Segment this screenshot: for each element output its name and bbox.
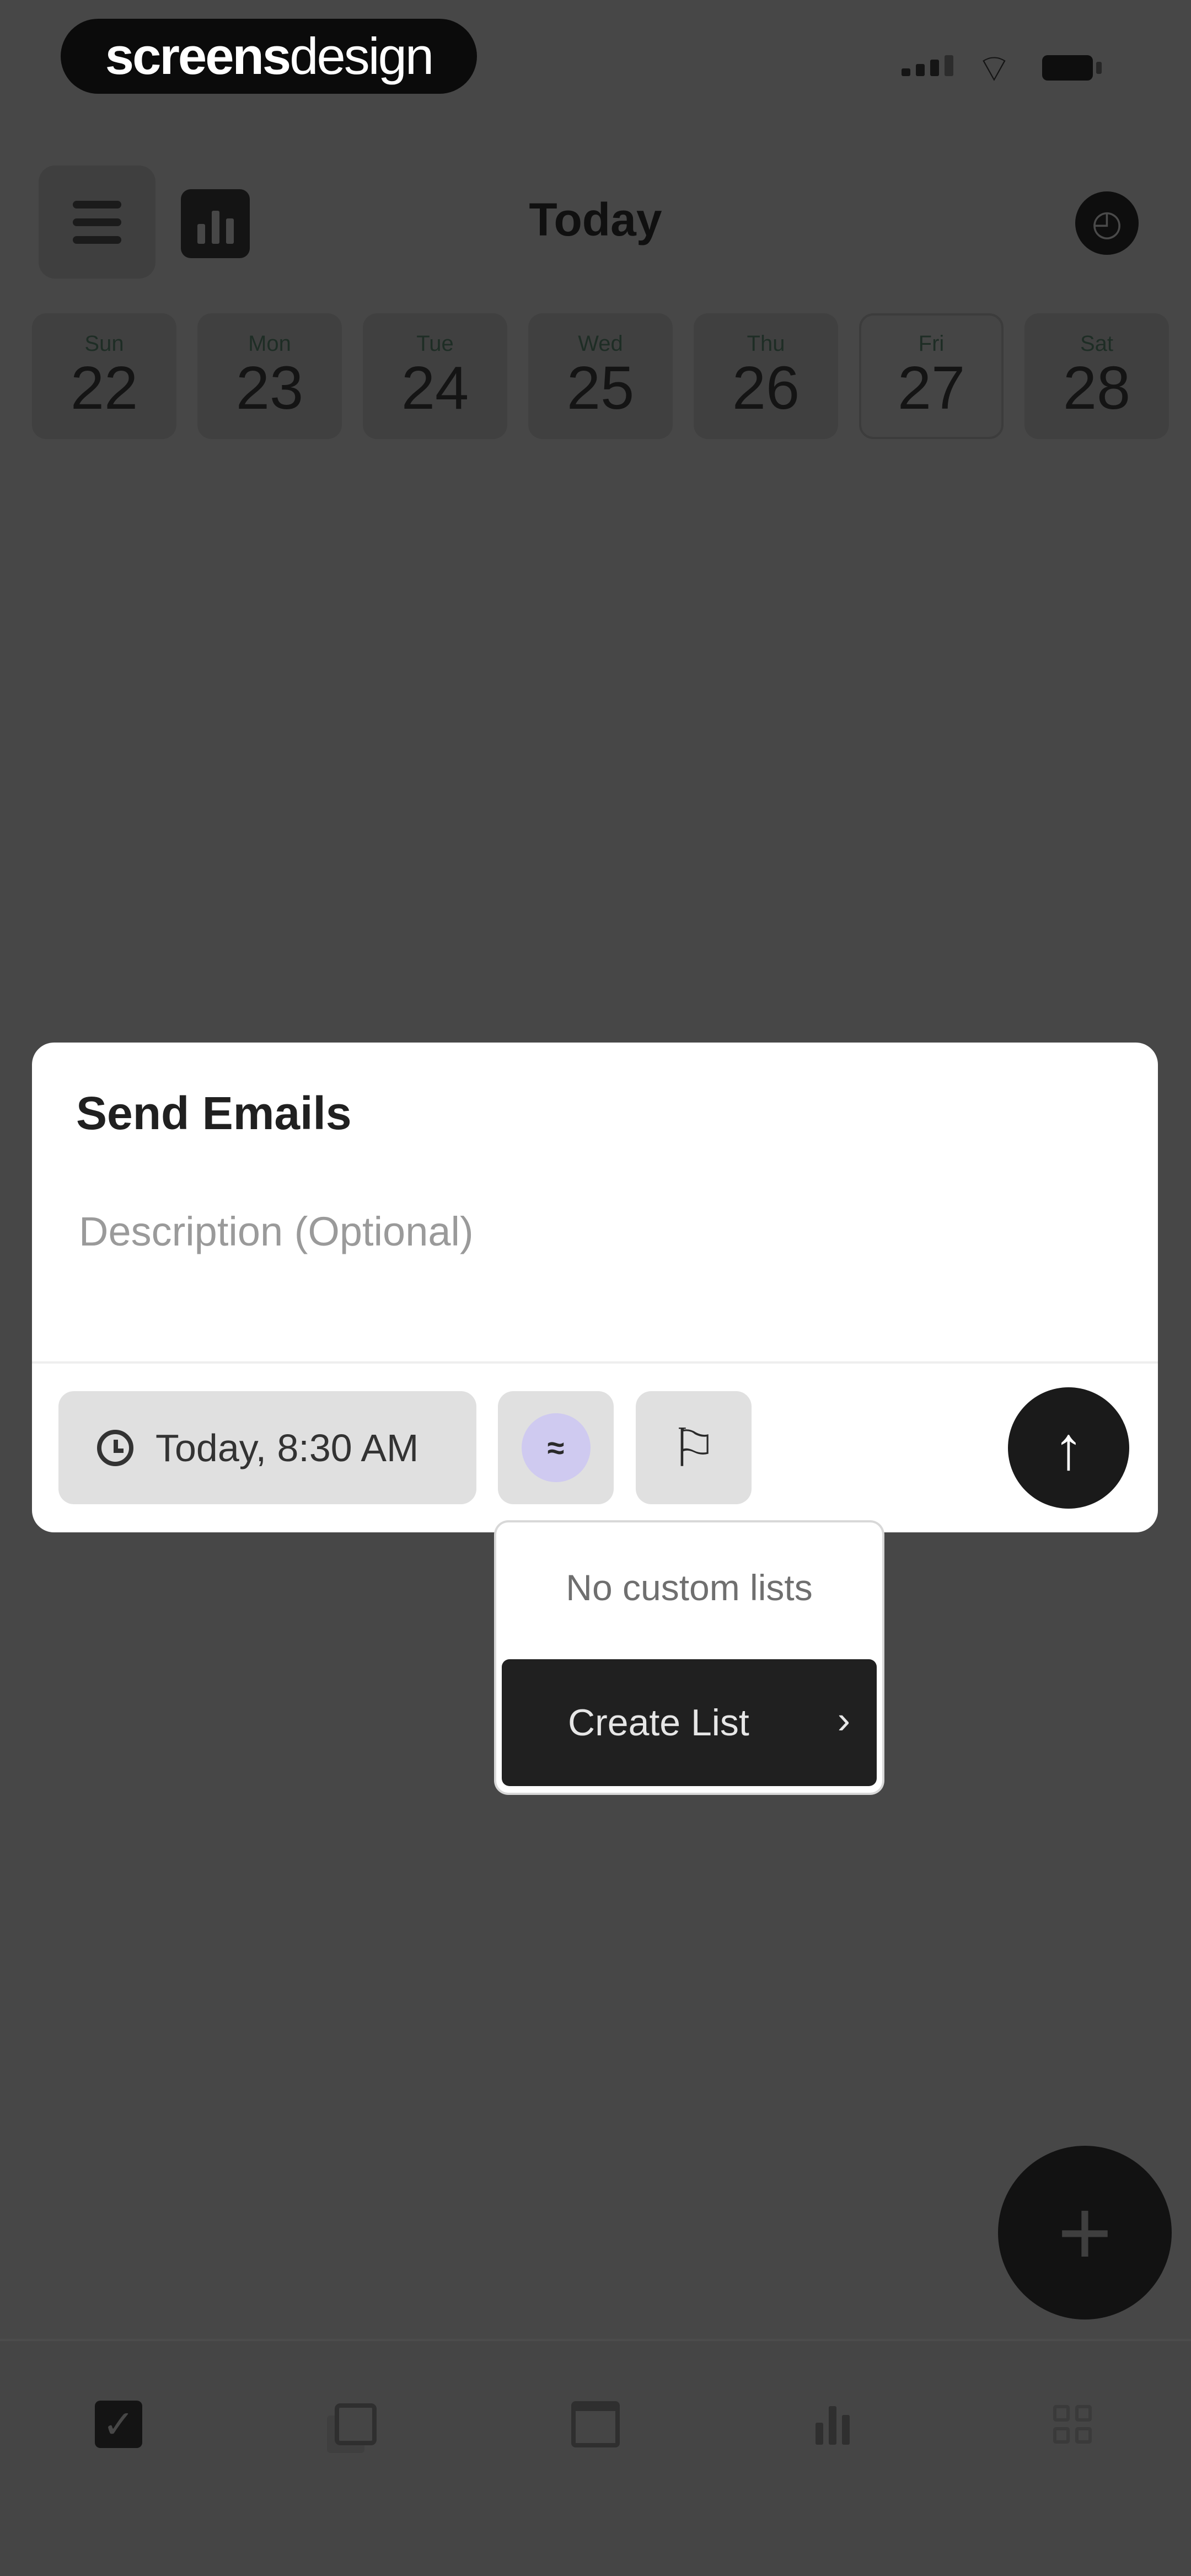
day-wed[interactable]: Wed 25 — [528, 313, 673, 439]
tab-more[interactable] — [1037, 2388, 1108, 2460]
day-name: Fri — [918, 332, 945, 356]
day-name: Wed — [578, 332, 623, 356]
list-icon: ≈ — [521, 1413, 591, 1482]
day-name: Thu — [747, 332, 785, 356]
new-task-card: Send Emails Description (Optional) Today… — [32, 1043, 1158, 1532]
day-fri-selected[interactable]: Fri 27 — [859, 313, 1004, 439]
tab-calendar[interactable] — [560, 2388, 631, 2460]
no-custom-lists-text: No custom lists — [566, 1567, 813, 1608]
due-time-label: Today, 8:30 AM — [155, 1426, 419, 1469]
due-time-button[interactable]: Today, 8:30 AM — [58, 1391, 476, 1504]
create-list-label: Create List — [568, 1702, 749, 1744]
arrow-up-icon: ↑ — [1053, 1414, 1084, 1482]
task-description-input[interactable]: Description (Optional) — [79, 1208, 474, 1255]
day-number: 26 — [732, 354, 800, 422]
day-number: 24 — [401, 354, 469, 422]
page-title: Today — [529, 194, 662, 245]
day-thu[interactable]: Thu 26 — [694, 313, 838, 439]
wifi-icon: ⌔ — [976, 47, 1012, 90]
copy-icon — [335, 2403, 377, 2445]
day-sun[interactable]: Sun 22 — [32, 313, 176, 439]
day-tue[interactable]: Tue 24 — [363, 313, 507, 439]
task-title-input[interactable]: Send Emails — [76, 1087, 352, 1140]
flag-icon: ⚐ — [669, 1418, 718, 1478]
day-number: 28 — [1063, 354, 1131, 422]
day-mon[interactable]: Mon 23 — [197, 313, 342, 439]
stopwatch-icon[interactable]: ◴ — [1075, 191, 1139, 255]
divider — [32, 1361, 1158, 1364]
battery-icon — [1042, 55, 1093, 81]
day-number: 27 — [897, 354, 965, 422]
add-task-button[interactable]: + — [998, 2146, 1172, 2320]
list-picker-button[interactable]: ≈ — [498, 1391, 614, 1504]
logo-text-bold: screens — [105, 27, 291, 85]
create-list-button[interactable]: Create List › — [502, 1659, 877, 1786]
tab-lists[interactable] — [320, 2388, 391, 2460]
checkbox-icon: ✓ — [95, 2401, 142, 2448]
grid-icon — [1053, 2405, 1092, 2444]
signal-icon — [902, 55, 953, 76]
chevron-right-icon: › — [837, 1698, 850, 1741]
bars-icon — [816, 2404, 850, 2445]
screensdesign-logo: screens design — [61, 19, 477, 94]
day-name: Sat — [1080, 332, 1114, 356]
alarm-clock-icon — [97, 1429, 133, 1466]
battery-cap — [1096, 62, 1102, 74]
priority-flag-button[interactable]: ⚐ — [636, 1391, 752, 1504]
week-day-strip: Sun 22 Mon 23 Tue 24 Wed 25 Thu 26 Fri 2… — [32, 313, 1169, 439]
logo-text-light: design — [289, 27, 434, 85]
day-name: Sun — [84, 332, 124, 356]
day-number: 22 — [70, 354, 138, 422]
tab-tasks[interactable]: ✓ — [83, 2388, 154, 2460]
submit-task-button[interactable]: ↑ — [1008, 1387, 1129, 1509]
day-number: 23 — [235, 354, 304, 422]
list-dropdown: No custom lists Create List › — [496, 1522, 882, 1793]
day-number: 25 — [566, 354, 635, 422]
day-name: Mon — [248, 332, 291, 356]
day-sat[interactable]: Sat 28 — [1024, 313, 1169, 439]
day-name: Tue — [416, 332, 454, 356]
plus-icon: + — [1057, 2180, 1113, 2285]
calendar-icon — [571, 2401, 620, 2447]
tab-stats[interactable] — [797, 2388, 868, 2460]
